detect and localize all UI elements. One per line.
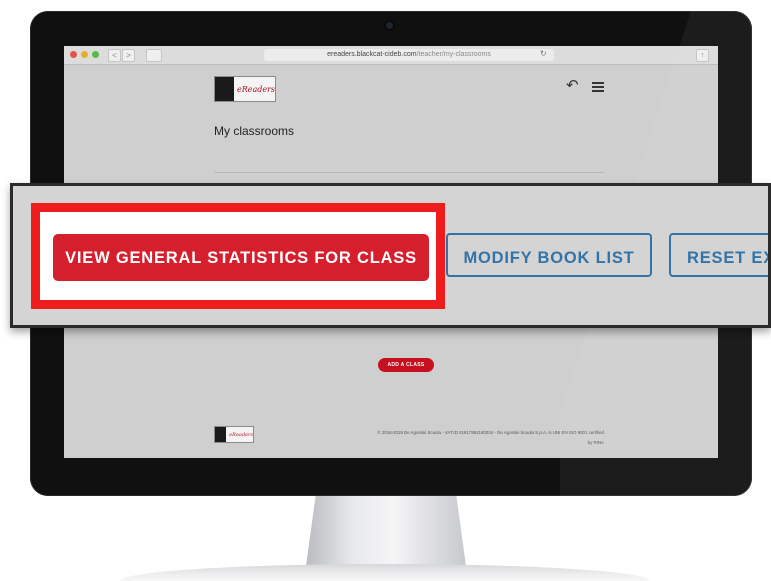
logo-text: eReaders: [236, 84, 275, 94]
maximize-window-button[interactable]: [92, 51, 99, 58]
minimize-window-button[interactable]: [81, 51, 88, 58]
forward-button[interactable]: >: [122, 49, 135, 62]
view-general-statistics-button[interactable]: VIEW GENERAL STATISTICS FOR CLASS: [53, 234, 429, 281]
back-button[interactable]: <: [108, 49, 121, 62]
close-window-button[interactable]: [70, 51, 77, 58]
camera-icon: [386, 22, 393, 29]
monitor-base: [120, 564, 650, 581]
highlight-box: VIEW GENERAL STATISTICS FOR CLASS: [31, 203, 445, 309]
certification-line: by RINA: [587, 440, 604, 445]
url-path: /teacher/my-classrooms: [416, 51, 491, 58]
site-logo[interactable]: eReaders: [214, 76, 276, 102]
black-cat-icon: [215, 427, 227, 442]
url-domain: ereaders.blackcat-cideb.com: [327, 51, 417, 58]
reset-exercises-button[interactable]: RESET EX: [669, 233, 768, 277]
monitor-stand: [306, 496, 466, 566]
modify-book-list-button[interactable]: MODIFY BOOK LIST: [446, 233, 652, 277]
zoom-callout: VIEW GENERAL STATISTICS FOR CLASS MODIFY…: [10, 183, 771, 328]
footer-logo: eReaders: [214, 426, 254, 443]
add-class-button[interactable]: ADD A CLASS: [378, 358, 434, 372]
page-title: My classrooms: [214, 124, 295, 138]
footer-logo-text: eReaders: [229, 431, 253, 438]
divider: [214, 172, 604, 173]
hamburger-menu-icon[interactable]: [592, 82, 604, 92]
black-cat-icon: [215, 77, 234, 101]
copyright-line: © 2016-2019 De Agostini Scuola - VAT.ID …: [377, 430, 604, 435]
footer-copyright: © 2016-2019 De Agostini Scuola - VAT.ID …: [326, 428, 604, 448]
reload-icon[interactable]: ↻: [540, 49, 547, 58]
share-icon[interactable]: ↑: [696, 49, 709, 62]
sidebar-toggle-icon[interactable]: [146, 49, 162, 62]
undo-back-icon[interactable]: ↶: [566, 76, 579, 94]
browser-toolbar: < > ereaders.blackcat-cideb.com/teacher/…: [64, 46, 718, 65]
address-bar[interactable]: ereaders.blackcat-cideb.com/teacher/my-c…: [264, 49, 554, 61]
